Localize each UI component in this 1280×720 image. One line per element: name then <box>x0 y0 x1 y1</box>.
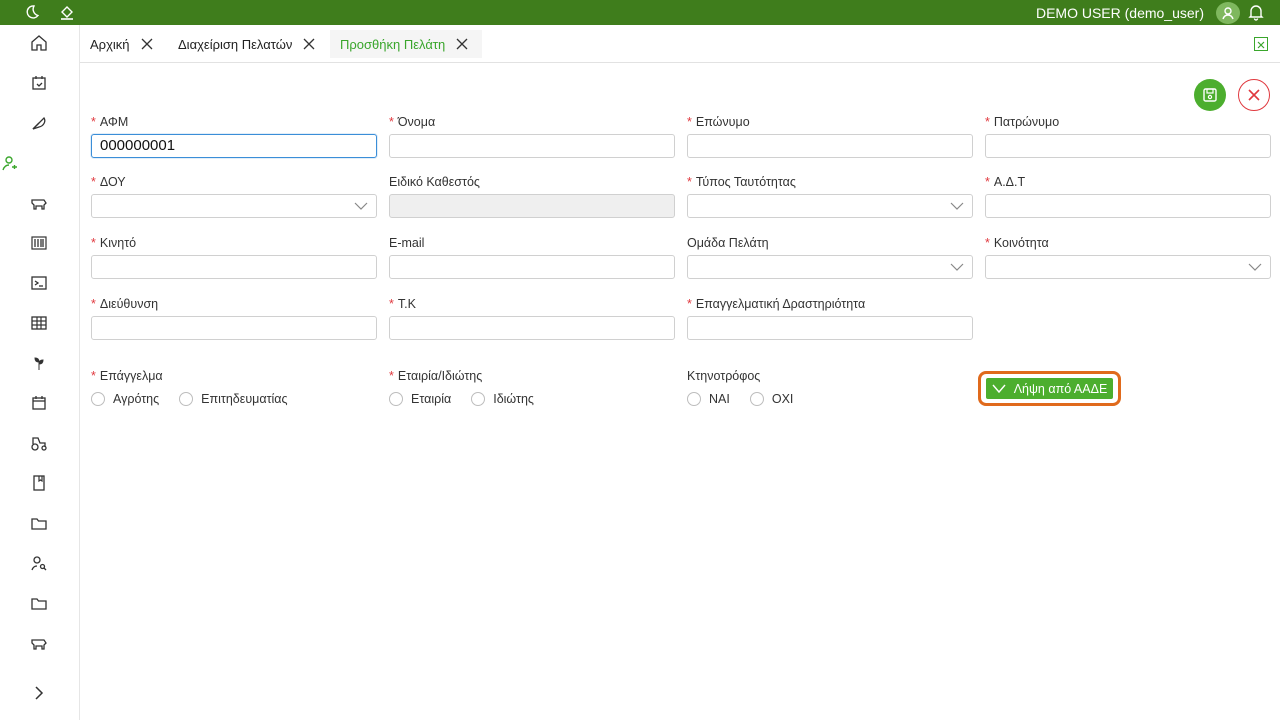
radio-label: Ιδιώτης <box>493 392 534 406</box>
folder-icon[interactable] <box>29 513 49 533</box>
id-type-select[interactable] <box>687 194 973 218</box>
livestock-breeder-radio-group: ΝΑΙ ΟΧΙ <box>687 392 813 406</box>
postal-code-input[interactable] <box>389 316 675 340</box>
first-name-label: * Όνομα <box>389 115 436 129</box>
barcode-icon[interactable] <box>29 233 49 253</box>
folder-icon-2[interactable] <box>29 593 49 613</box>
special-status-label: Ειδικό Καθεστός <box>389 175 480 189</box>
radio-label: Αγρότης <box>113 392 160 406</box>
user-search-icon[interactable] <box>29 553 49 573</box>
tab-bar: Αρχική Διαχείριση Πελατών Προσθήκη Πελάτ… <box>80 25 1280 63</box>
radio-individual[interactable] <box>471 392 486 406</box>
afm-label: * ΑΦΜ <box>91 115 129 129</box>
terminal-icon[interactable] <box>29 273 49 293</box>
radio-yes[interactable] <box>687 392 701 406</box>
chevron-down-icon <box>1248 263 1262 271</box>
book-icon[interactable] <box>29 473 49 493</box>
close-icon <box>1248 89 1260 101</box>
close-icon[interactable] <box>455 37 469 51</box>
radio-company[interactable] <box>389 392 403 406</box>
community-label: * Κοινότητα <box>985 236 1049 250</box>
tab-customer-management[interactable]: Διαχείριση Πελατών <box>168 30 316 58</box>
email-field[interactable] <box>389 255 675 279</box>
customers-icon[interactable] <box>0 153 20 173</box>
chevron-down-icon <box>950 263 964 271</box>
calendar-check-icon[interactable] <box>29 73 49 93</box>
customer-group-select[interactable] <box>687 255 973 279</box>
save-button[interactable] <box>1194 79 1226 111</box>
mobile-label: * Κινητό <box>91 236 137 250</box>
father-name-label: * Πατρώνυμο <box>985 115 1060 129</box>
notification-bell-icon[interactable] <box>1247 3 1265 21</box>
afm-input[interactable]: 000000001 <box>91 134 377 158</box>
profession-label: * Επάγγελμα <box>91 369 163 383</box>
radio-label: Επιτηδευματίας <box>201 392 288 406</box>
livestock-breeder-label: Κτηνοτρόφος <box>687 369 761 383</box>
radio-no[interactable] <box>749 392 764 406</box>
tractor-icon[interactable] <box>29 433 49 453</box>
business-activity-input[interactable] <box>687 316 973 340</box>
cow-icon-2[interactable] <box>29 633 49 653</box>
table-icon[interactable] <box>29 313 49 333</box>
id-number-label: * Α.Δ.Τ <box>985 175 1026 189</box>
radio-label: ΟΧΙ <box>771 392 794 406</box>
save-icon <box>1203 88 1217 102</box>
company-individual-label: * Εταιρία/Ιδιώτης <box>389 369 483 383</box>
father-name-input[interactable] <box>985 134 1271 158</box>
user-name[interactable]: DEMO USER (demo_user) <box>1036 5 1204 21</box>
first-name-input[interactable] <box>389 134 675 158</box>
business-activity-label: * Επαγγελματική Δραστηριότητα <box>687 297 866 311</box>
last-name-label: * Επώνυμο <box>687 115 750 129</box>
paint-bucket-icon[interactable] <box>57 2 77 22</box>
tab-label: Διαχείριση Πελατών <box>178 36 293 52</box>
chevron-down-icon <box>950 202 964 210</box>
chevron-down-icon <box>354 202 368 210</box>
expand-chevron-right-icon[interactable] <box>29 683 49 703</box>
radio-professional[interactable] <box>179 392 194 406</box>
feather-icon[interactable] <box>29 113 49 133</box>
mobile-input[interactable] <box>91 255 377 279</box>
close-icon[interactable] <box>140 37 154 51</box>
last-name-input[interactable] <box>687 134 973 158</box>
aade-button-highlight: Λήψη από ΑΑΔΕ <box>978 371 1121 406</box>
community-select[interactable] <box>985 255 1271 279</box>
user-avatar-icon[interactable] <box>1216 2 1240 24</box>
dark-mode-moon-icon[interactable] <box>22 2 42 22</box>
email-label: E-mail <box>389 236 425 250</box>
special-status-input <box>389 194 675 218</box>
cow-icon[interactable] <box>29 193 49 213</box>
sidebar <box>0 25 80 720</box>
fetch-from-aade-button[interactable]: Λήψη από ΑΑΔΕ <box>986 378 1113 399</box>
doy-select[interactable] <box>91 194 377 218</box>
company-individual-radio-group: Εταιρία Ιδιώτης <box>389 392 554 406</box>
tab-label: Αρχική <box>90 36 130 52</box>
chevron-down-icon <box>992 384 1006 393</box>
address-input[interactable] <box>91 316 377 340</box>
profession-radio-group: Αγρότης Επιτηδευματίας <box>91 392 308 406</box>
tab-add-customer[interactable]: Προσθήκη Πελάτη <box>330 30 482 58</box>
close-all-tabs-icon[interactable] <box>1254 37 1268 51</box>
radio-farmer[interactable] <box>91 392 105 406</box>
id-number-input[interactable] <box>985 194 1271 218</box>
id-type-label: * Τύπος Ταυτότητας <box>687 175 796 189</box>
calendar-icon[interactable] <box>29 393 49 413</box>
radio-label: Εταιρία <box>411 392 452 406</box>
plant-icon[interactable] <box>29 353 49 373</box>
aade-button-label: Λήψη από ΑΑΔΕ <box>1013 381 1108 396</box>
address-label: * Διεύθυνση <box>91 297 159 311</box>
tab-label: Προσθήκη Πελάτη <box>340 36 446 52</box>
cancel-button[interactable] <box>1238 79 1270 111</box>
radio-label: ΝΑΙ <box>709 392 730 406</box>
home-icon[interactable] <box>29 33 49 53</box>
doy-label: * ΔΟΥ <box>91 175 126 189</box>
top-bar: DEMO USER (demo_user) <box>0 0 1280 25</box>
tab-home[interactable]: Αρχική <box>80 30 154 58</box>
customer-group-label: Ομάδα Πελάτη <box>687 236 769 250</box>
postal-code-label: * Τ.Κ <box>389 297 416 311</box>
close-icon[interactable] <box>302 37 316 51</box>
